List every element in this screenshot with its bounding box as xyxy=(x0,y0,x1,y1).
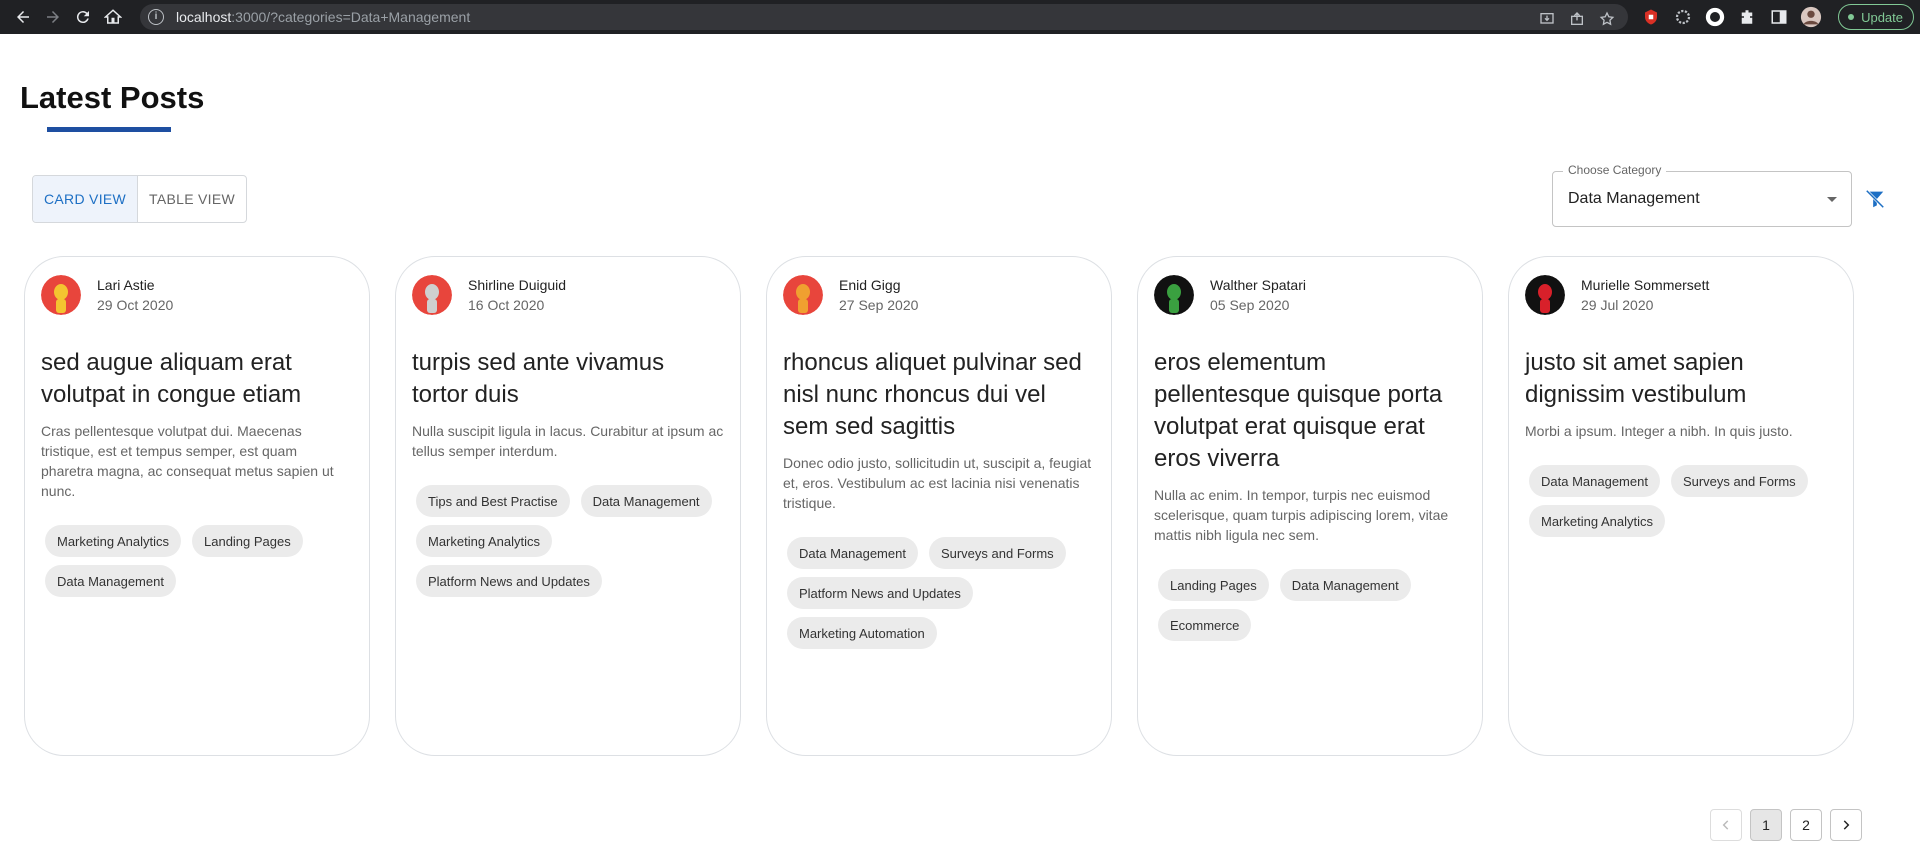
tag-chip[interactable]: Data Management xyxy=(580,485,712,517)
post-excerpt: Nulla ac enim. In tempor, turpis nec eui… xyxy=(1154,487,1449,543)
page-1-button[interactable]: 1 xyxy=(1750,809,1782,841)
tag-chip[interactable]: Data Management xyxy=(1279,569,1411,601)
category-select[interactable]: Choose Category Data Management xyxy=(1552,163,1852,227)
url-path: :3000/?categories=Data+Management xyxy=(231,9,471,25)
tag-chip[interactable]: Platform News and Updates xyxy=(416,565,602,597)
avatar xyxy=(41,275,81,315)
category-select-value: Data Management xyxy=(1568,190,1700,207)
previous-page-button[interactable] xyxy=(1710,809,1742,841)
tag-chip[interactable]: Marketing Automation xyxy=(787,617,937,649)
url-host: localhost xyxy=(176,9,232,25)
post-title[interactable]: sed augue aliquam erat volutpat in congu… xyxy=(41,347,353,411)
tag-chip[interactable]: Marketing Analytics xyxy=(45,525,181,557)
update-label: Update xyxy=(1861,9,1903,25)
tag-chip[interactable]: Marketing Analytics xyxy=(1529,505,1665,537)
post-author: Murielle Sommersett xyxy=(1581,277,1710,293)
post-title[interactable]: rhoncus aliquet pulvinar sed nisl nunc r… xyxy=(783,347,1095,443)
install-app-icon[interactable] xyxy=(1536,8,1558,30)
post-title[interactable]: turpis sed ante vivamus tortor duis xyxy=(412,347,724,411)
address-bar[interactable]: i localhost:3000/?categories=Data+Manage… xyxy=(140,4,1628,30)
tag-chip[interactable]: Data Management xyxy=(1529,465,1660,497)
extension-gear-icon[interactable] xyxy=(1670,4,1696,30)
post-author: Walther Spatari xyxy=(1210,277,1306,293)
post-tags: Landing Pages Data Management Ecommerce xyxy=(1154,569,1466,641)
title-underline xyxy=(47,127,171,132)
post-card[interactable]: Enid Gigg 27 Sep 2020 rhoncus aliquet pu… xyxy=(766,256,1112,756)
chevron-down-icon xyxy=(1827,197,1837,202)
tag-chip[interactable]: Ecommerce xyxy=(1158,609,1252,641)
post-tags: Data Management Surveys and Forms Platform… xyxy=(783,537,1095,649)
post-tags: Marketing Analytics Landing Pages Data Man… xyxy=(41,525,353,597)
extension-circle-icon[interactable] xyxy=(1702,4,1728,30)
post-excerpt: Morbi a ipsum. Integer a nibh. In quis j… xyxy=(1525,423,1793,439)
avatar xyxy=(412,275,452,315)
avatar xyxy=(1154,275,1194,315)
post-card[interactable]: Murielle Sommersett 29 Jul 2020 justo si… xyxy=(1508,256,1854,756)
post-excerpt: Nulla suscipit ligula in lacus. Curabitu… xyxy=(412,423,724,459)
card-header: Lari Astie 29 Oct 2020 xyxy=(41,273,353,317)
post-card[interactable]: Walther Spatari 05 Sep 2020 eros element… xyxy=(1137,256,1483,756)
post-tags: Tips and Best Practise Data Management Mar… xyxy=(412,485,724,597)
card-header: Shirline Duiguid 16 Oct 2020 xyxy=(412,273,724,317)
tag-chip[interactable]: Data Management xyxy=(787,537,918,569)
extension-red-icon[interactable] xyxy=(1638,4,1664,30)
post-card[interactable]: Shirline Duiguid 16 Oct 2020 turpis sed … xyxy=(395,256,741,756)
tag-chip[interactable]: Data Management xyxy=(45,565,176,597)
post-title[interactable]: eros elementum pellentesque quisque port… xyxy=(1154,347,1466,475)
post-author: Lari Astie xyxy=(97,277,155,293)
post-author: Shirline Duiguid xyxy=(468,277,567,293)
tag-chip[interactable]: Surveys and Forms xyxy=(928,537,1066,569)
page-title: Latest Posts xyxy=(20,80,205,115)
card-view-button[interactable]: CARD VIEW xyxy=(33,176,139,222)
tag-chip[interactable]: Surveys and Forms xyxy=(1670,465,1808,497)
post-date: 29 Oct 2020 xyxy=(97,297,174,313)
post-author: Enid Gigg xyxy=(839,277,901,293)
share-icon[interactable] xyxy=(1566,8,1588,30)
tag-chip[interactable]: Marketing Analytics xyxy=(416,525,552,557)
card-header: Murielle Sommersett 29 Jul 2020 xyxy=(1525,273,1837,317)
side-panel-icon[interactable] xyxy=(1766,4,1792,30)
page-2-button[interactable]: 2 xyxy=(1790,809,1822,841)
bookmark-star-icon[interactable] xyxy=(1596,8,1618,30)
avatar xyxy=(1525,275,1565,315)
post-excerpt: Cras pellentesque volutpat dui. Maecenas… xyxy=(41,423,334,499)
update-button[interactable]: Update xyxy=(1838,4,1914,30)
card-header: Enid Gigg 27 Sep 2020 xyxy=(783,273,1095,317)
post-card[interactable]: Lari Astie 29 Oct 2020 sed augue aliquam… xyxy=(24,256,370,756)
view-toggle-group: CARD VIEW TABLE VIEW xyxy=(32,175,248,223)
avatar xyxy=(783,275,823,315)
profile-avatar-icon[interactable] xyxy=(1798,4,1824,30)
back-icon[interactable] xyxy=(8,2,38,32)
category-select-label: Choose Category xyxy=(1563,163,1667,177)
post-date: 29 Jul 2020 xyxy=(1581,297,1654,313)
site-info-icon[interactable]: i xyxy=(148,9,164,25)
tag-chip[interactable]: Landing Pages xyxy=(1158,569,1269,601)
post-excerpt: Donec odio justo, sollicitudin ut, susci… xyxy=(783,455,1092,511)
reload-icon[interactable] xyxy=(68,2,98,32)
card-header: Walther Spatari 05 Sep 2020 xyxy=(1154,273,1466,317)
home-icon[interactable] xyxy=(98,2,128,32)
post-date: 27 Sep 2020 xyxy=(839,297,919,313)
clear-filter-icon[interactable] xyxy=(1864,188,1886,210)
post-title[interactable]: justo sit amet sapien dignissim vestibul… xyxy=(1525,347,1837,411)
tag-chip[interactable]: Platform News and Updates xyxy=(787,577,973,609)
browser-toolbar: i localhost:3000/?categories=Data+Manage… xyxy=(0,0,1920,34)
extensions-puzzle-icon[interactable] xyxy=(1734,4,1760,30)
forward-icon[interactable] xyxy=(38,2,68,32)
tag-chip[interactable]: Landing Pages xyxy=(192,525,303,557)
next-page-button[interactable] xyxy=(1830,809,1862,841)
tag-chip[interactable]: Tips and Best Practise xyxy=(416,485,570,517)
post-date: 16 Oct 2020 xyxy=(468,297,545,313)
pagination: 1 2 xyxy=(1710,809,1862,841)
table-view-button[interactable]: TABLE VIEW xyxy=(138,176,246,222)
post-tags: Data Management Surveys and Forms Marketin… xyxy=(1525,465,1837,537)
post-date: 05 Sep 2020 xyxy=(1210,297,1290,313)
post-cards-grid: Lari Astie 29 Oct 2020 sed augue aliquam… xyxy=(24,256,1854,756)
